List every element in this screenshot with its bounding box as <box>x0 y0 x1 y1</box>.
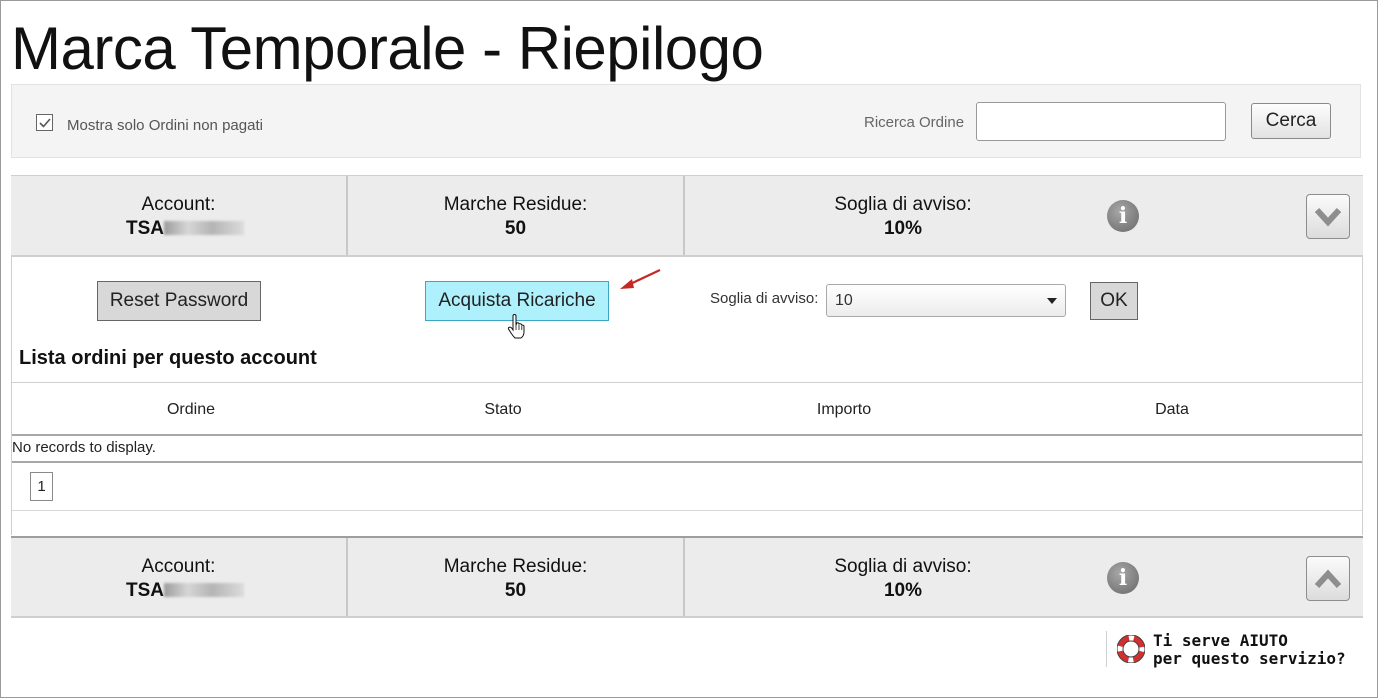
help-link[interactable]: Ti serve AIUTO per questo servizio? <box>1106 631 1346 668</box>
annotation-arrow-icon <box>620 269 661 289</box>
page-title: Marca Temporale - Riepilogo <box>11 15 764 82</box>
threshold-label: Soglia di avviso: <box>834 556 972 577</box>
account-value-text: TSA <box>126 218 164 239</box>
remaining-cell: Marche Residue: 50 <box>348 538 685 616</box>
account-summary-header[interactable]: Account: TSA Marche Residue: 50 Soglia d… <box>11 175 1363 257</box>
remaining-value: 50 <box>504 218 527 239</box>
column-header-stato[interactable]: Stato <box>462 401 544 419</box>
dropdown-caret-icon <box>1047 298 1057 304</box>
account-summary-footer[interactable]: Account: TSA Marche Residue: 50 Soglia d… <box>11 536 1363 618</box>
order-search-label: Ricerca Ordine <box>864 114 965 131</box>
threshold-label: Soglia di avviso: <box>834 194 972 215</box>
pagination: 1 <box>12 461 1362 511</box>
help-text-line2: per questo servizio? <box>1153 649 1346 668</box>
column-header-data[interactable]: Data <box>1130 401 1214 419</box>
remaining-cell: Marche Residue: 50 <box>348 176 685 255</box>
checkmark-icon <box>39 118 51 128</box>
account-detail: Reset Password Acquista Ricariche Soglia… <box>11 257 1363 535</box>
order-search-input[interactable] <box>976 102 1226 141</box>
remaining-label: Marche Residue: <box>443 194 588 215</box>
account-value: TSA <box>126 580 244 602</box>
info-icon[interactable]: i <box>1107 200 1139 232</box>
help-text-line1: Ti serve AIUTO <box>1153 631 1288 650</box>
threshold-select[interactable]: 10 <box>826 284 1066 317</box>
column-header-importo[interactable]: Importo <box>792 401 896 419</box>
only-unpaid-checkbox[interactable] <box>36 114 53 131</box>
remaining-value: 50 <box>504 580 527 601</box>
column-header-ordine[interactable]: Ordine <box>142 401 240 419</box>
threshold-cell: Soglia di avviso: 10% <box>685 538 1121 616</box>
reset-password-button[interactable]: Reset Password <box>97 281 261 321</box>
threshold-select-value: 10 <box>835 292 853 309</box>
search-button[interactable]: Cerca <box>1251 103 1331 139</box>
threshold-cell: Soglia di avviso: 10% <box>685 176 1121 255</box>
chevron-up-icon <box>1314 569 1342 589</box>
account-cell: Account: TSA <box>11 538 348 616</box>
collapse-toggle-button[interactable] <box>1306 556 1350 601</box>
orders-list-title: Lista ordini per questo account <box>19 347 317 369</box>
only-unpaid-label[interactable]: Mostra solo Ordini non pagati <box>67 117 263 134</box>
account-value: TSA <box>126 218 244 240</box>
help-text[interactable]: Ti serve AIUTO per questo servizio? <box>1153 632 1346 668</box>
lifebuoy-icon <box>1117 635 1145 663</box>
info-icon[interactable]: i <box>1107 562 1139 594</box>
redacted-account-suffix <box>164 583 244 597</box>
page-button-1[interactable]: 1 <box>30 472 53 501</box>
account-label: Account: <box>141 194 216 215</box>
ok-button[interactable]: OK <box>1090 282 1138 320</box>
account-value-text: TSA <box>126 580 164 601</box>
account-label: Account: <box>141 556 216 577</box>
filter-bar: Mostra solo Ordini non pagati Ricerca Or… <box>11 84 1361 158</box>
orders-table-header: Ordine Stato Importo Data <box>12 382 1362 436</box>
threshold-value: 10% <box>883 580 923 601</box>
empty-table-message: No records to display. <box>12 439 156 456</box>
threshold-value: 10% <box>883 218 923 239</box>
chevron-down-icon <box>1314 207 1342 227</box>
threshold-select-label: Soglia di avviso: <box>710 290 819 307</box>
collapse-toggle-button[interactable] <box>1306 194 1350 239</box>
hand-cursor-icon <box>507 314 525 339</box>
remaining-label: Marche Residue: <box>443 556 588 577</box>
redacted-account-suffix <box>164 221 244 235</box>
account-cell: Account: TSA <box>11 176 348 255</box>
